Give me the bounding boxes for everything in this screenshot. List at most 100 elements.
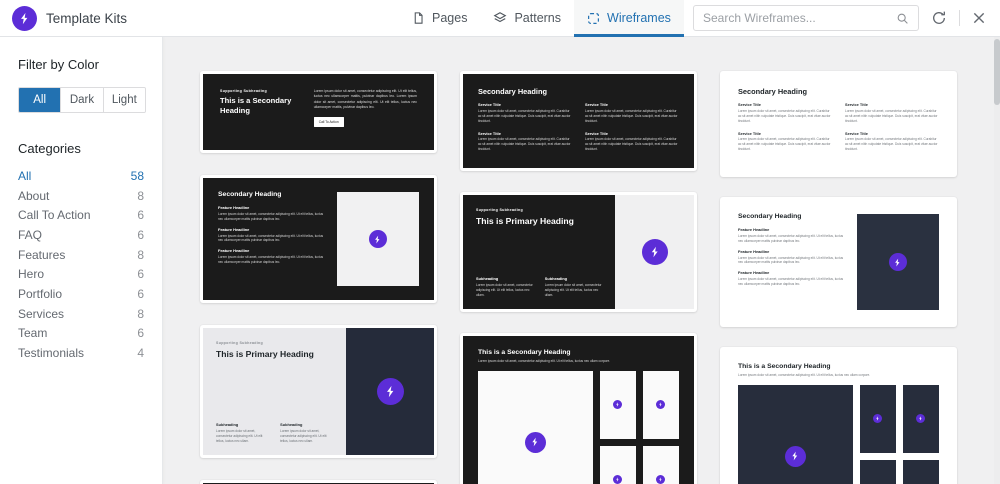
category-count: 8 bbox=[137, 188, 144, 203]
gallery-image-placeholder bbox=[599, 445, 636, 484]
category-count: 6 bbox=[137, 208, 144, 223]
thumb-heading: This is Primary Heading bbox=[216, 349, 314, 359]
gallery-image-placeholder bbox=[738, 384, 853, 484]
refresh-icon[interactable] bbox=[931, 10, 947, 26]
scrollbar-thumb[interactable] bbox=[994, 39, 1000, 105]
category-count: 8 bbox=[137, 306, 144, 321]
filter-dark-button[interactable]: Dark bbox=[61, 88, 104, 112]
tab-label: Patterns bbox=[514, 11, 562, 25]
tab-wireframes[interactable]: Wireframes bbox=[574, 0, 684, 37]
tab-patterns[interactable]: Patterns bbox=[480, 0, 574, 36]
category-count: 6 bbox=[137, 326, 144, 341]
tab-label: Pages bbox=[432, 11, 468, 25]
category-portfolio[interactable]: Portfolio 6 bbox=[18, 284, 144, 304]
search-box bbox=[693, 5, 919, 31]
search-icon bbox=[896, 12, 909, 25]
thumb-image-placeholder bbox=[615, 195, 694, 309]
tab-label: Wireframes bbox=[607, 11, 671, 25]
divider bbox=[959, 10, 960, 26]
starter-templates-logo-icon bbox=[12, 5, 37, 31]
gallery-image-placeholder bbox=[902, 384, 939, 453]
category-services[interactable]: Services 8 bbox=[18, 304, 144, 324]
filter-all-button[interactable]: All bbox=[19, 88, 62, 112]
thumb-heading: This is a Secondary Heading bbox=[220, 96, 292, 115]
gallery-image-placeholder bbox=[642, 370, 679, 439]
thumb-image-placeholder bbox=[336, 192, 419, 286]
thumb-eyebrow: Supporting Subheading bbox=[220, 89, 268, 93]
wireframe-card-hero-light[interactable]: Supporting Subheading This is Primary He… bbox=[200, 325, 437, 458]
wireframe-card-features-light[interactable]: Secondary Heading Feature Headline Lorem… bbox=[720, 197, 957, 327]
category-faq[interactable]: FAQ 6 bbox=[18, 225, 144, 245]
filter-sidebar: Filter by Color All Dark Light Categorie… bbox=[0, 37, 163, 484]
placeholder-logo-icon bbox=[916, 414, 926, 424]
tab-bar: Pages Patterns Wireframes bbox=[399, 0, 684, 37]
category-count: 58 bbox=[130, 168, 144, 183]
thumb-heading: Secondary Heading bbox=[478, 87, 547, 96]
wireframe-card-partial[interactable] bbox=[200, 480, 437, 484]
thumb-heading: This is a Secondary Heading bbox=[478, 349, 571, 356]
thumb-cta-button: Call To Action bbox=[313, 117, 344, 127]
wireframe-card-services-light[interactable]: Secondary Heading Service Title Lorem ips… bbox=[720, 71, 957, 177]
grid-column-3: Secondary Heading Service Title Lorem ips… bbox=[720, 71, 957, 484]
placeholder-logo-icon bbox=[656, 475, 666, 484]
thumb-heading: This is Primary Heading bbox=[476, 216, 574, 226]
brand: Template Kits bbox=[12, 5, 128, 31]
top-bar: Template Kits Pages Patterns Wireframes bbox=[0, 0, 1000, 37]
category-count: 8 bbox=[137, 247, 144, 262]
wireframe-icon bbox=[587, 12, 600, 25]
category-features[interactable]: Features 8 bbox=[18, 245, 144, 265]
filter-light-button[interactable]: Light bbox=[103, 88, 145, 112]
vertical-scrollbar[interactable] bbox=[994, 37, 1000, 484]
placeholder-logo-icon bbox=[368, 230, 387, 248]
category-call-to-action[interactable]: Call To Action 6 bbox=[18, 205, 144, 225]
gallery-image-placeholder bbox=[642, 445, 679, 484]
wireframe-card-gallery-light[interactable]: This is a Secondary Heading Lorem ipsum … bbox=[720, 347, 957, 484]
wireframes-grid: Supporting Subheading This is a Secondar… bbox=[163, 37, 1000, 484]
gallery-image-placeholder bbox=[902, 459, 939, 484]
placeholder-logo-icon bbox=[613, 475, 623, 484]
gallery-image-placeholder bbox=[478, 370, 593, 484]
categories-title: Categories bbox=[18, 141, 81, 156]
placeholder-logo-icon bbox=[656, 400, 666, 410]
app-title: Template Kits bbox=[46, 10, 128, 26]
page-icon bbox=[412, 11, 425, 25]
categories-section: Categories All 58 About 8 Call To Action 6 … bbox=[18, 141, 144, 363]
category-all[interactable]: All 58 bbox=[18, 166, 144, 186]
top-bar-actions bbox=[693, 5, 986, 31]
category-testimonials[interactable]: Testimonials 4 bbox=[18, 343, 144, 363]
gallery-image-placeholder bbox=[599, 370, 636, 439]
wireframe-card-cta-dark[interactable]: Supporting Subheading This is a Secondar… bbox=[200, 71, 437, 153]
thumb-image-placeholder bbox=[346, 328, 434, 455]
category-count: 4 bbox=[137, 346, 144, 361]
category-about[interactable]: About 8 bbox=[18, 186, 144, 206]
category-count: 6 bbox=[137, 267, 144, 282]
category-hero[interactable]: Hero 6 bbox=[18, 264, 144, 284]
wireframe-card-features-dark[interactable]: Secondary Heading Feature Headline Lorem… bbox=[200, 175, 437, 303]
grid-column-1: Supporting Subheading This is a Secondar… bbox=[200, 71, 437, 484]
tab-pages[interactable]: Pages bbox=[399, 0, 480, 36]
placeholder-logo-icon bbox=[524, 431, 546, 453]
wireframe-card-hero-dark[interactable]: Supporting Subheading This is Primary He… bbox=[460, 192, 697, 312]
thumb-heading: This is a Secondary Heading bbox=[738, 363, 831, 370]
category-team[interactable]: Team 6 bbox=[18, 324, 144, 344]
wireframe-card-services-dark[interactable]: Secondary Heading Service Title Lorem ips… bbox=[460, 71, 697, 171]
thumb-body: Lorem ipsum dolor sit amet, consectetur … bbox=[313, 89, 417, 109]
wireframe-card-gallery-dark[interactable]: This is a Secondary Heading Lorem ipsum … bbox=[460, 333, 697, 484]
close-icon[interactable] bbox=[972, 11, 986, 25]
gallery-image-placeholder bbox=[859, 384, 896, 453]
color-filter-segmented-control: All Dark Light bbox=[18, 87, 146, 113]
search-input[interactable] bbox=[703, 11, 896, 25]
category-count: 6 bbox=[137, 227, 144, 242]
thumb-image-placeholder bbox=[856, 214, 939, 310]
placeholder-logo-icon bbox=[784, 445, 806, 467]
placeholder-logo-icon bbox=[376, 378, 404, 405]
placeholder-logo-icon bbox=[613, 400, 623, 410]
thumb-heading: Secondary Heading bbox=[738, 87, 807, 96]
placeholder-logo-icon bbox=[888, 253, 907, 271]
filter-by-color-title: Filter by Color bbox=[18, 57, 99, 72]
grid-column-2: Secondary Heading Service Title Lorem ips… bbox=[460, 71, 697, 484]
placeholder-logo-icon bbox=[641, 239, 668, 265]
thumb-heading: Secondary Heading bbox=[218, 191, 282, 198]
gallery-image-placeholder bbox=[859, 459, 896, 484]
placeholder-logo-icon bbox=[873, 414, 883, 424]
